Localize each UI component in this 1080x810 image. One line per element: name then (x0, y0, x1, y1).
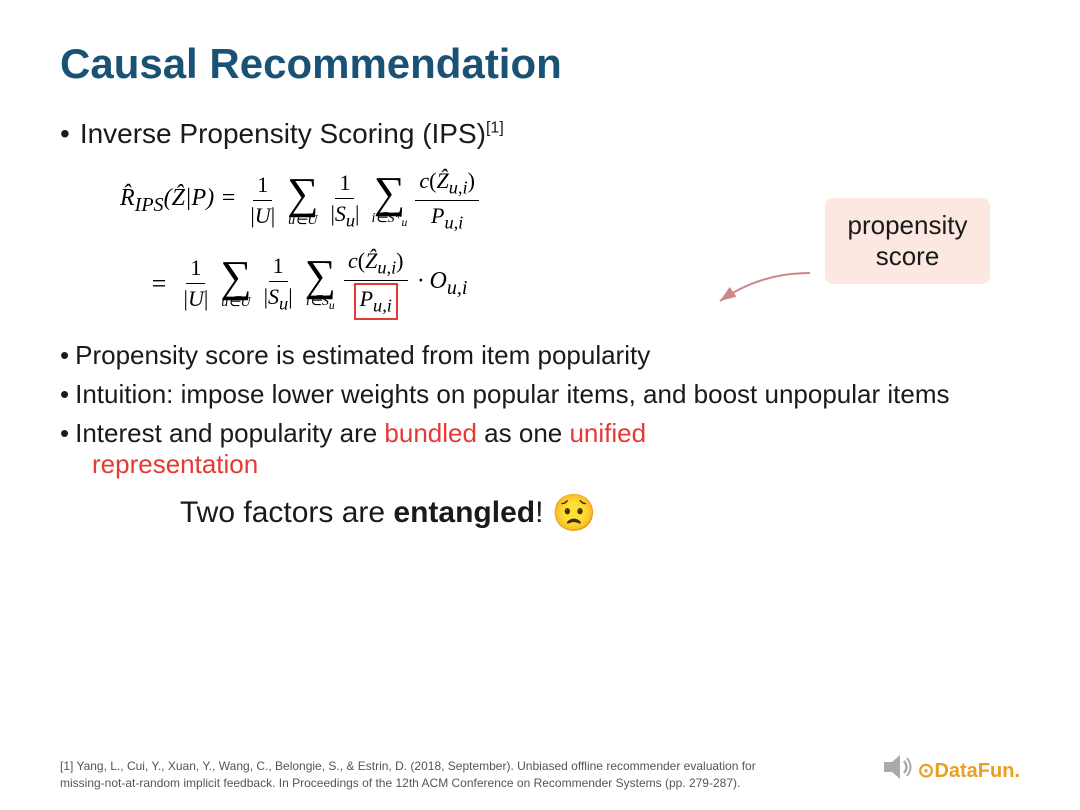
frac-1-Su-2: 1 |Su| (260, 253, 297, 314)
sad-face-icon: 😟 (551, 492, 596, 534)
formula-lhs-1: R̂IPS(Ẑ|P) = (120, 185, 236, 217)
formula-equals-2: = (150, 269, 168, 299)
representation-text: representation (92, 449, 258, 480)
bullet-item-1: • Propensity score is estimated from ite… (60, 340, 1020, 371)
slide-title: Causal Recommendation (60, 40, 1020, 88)
frac-1-U: 1 |U| (246, 172, 279, 229)
propensity-callout: propensityscore (825, 198, 990, 284)
sum-i: ∑ i∈S*u (371, 173, 407, 229)
frac-c-Pboxed: c(Ẑu,i) Pu,i (344, 248, 408, 320)
ips-label: Inverse Propensity Scoring (IPS)[1] (80, 118, 504, 150)
sum-u-2: ∑ u∈U (220, 257, 251, 311)
ips-section: • Inverse Propensity Scoring (IPS)[1] R̂… (60, 118, 1020, 320)
bundled-text: bundled (384, 418, 477, 448)
ips-bullet: • Inverse Propensity Scoring (IPS)[1] (60, 118, 1020, 150)
bullet-text-2: Intuition: impose lower weights on popul… (75, 379, 949, 410)
sum-i-2: ∑ i∈Su (305, 256, 336, 312)
datafun-logo: ⊙DataFun. (918, 758, 1020, 783)
sum-u: ∑ u∈U (287, 174, 318, 228)
frac-1-Su: 1 |Su| (326, 170, 363, 231)
entangled-label: Two factors are entangled! (180, 496, 543, 530)
dot-O: · Ou,i (418, 268, 468, 300)
speaker-icon (878, 749, 914, 792)
bullet-item-3b: representation (92, 449, 1020, 480)
bullets-bottom: • Propensity score is estimated from ite… (60, 340, 1020, 480)
bullet-text-1: Propensity score is estimated from item … (75, 340, 650, 371)
bullet-dot-3: • (60, 379, 69, 410)
footer: [1] Yang, L., Cui, Y., Xuan, Y., Wang, C… (60, 749, 1020, 792)
bullet-dot-4: • (60, 418, 69, 449)
logo-text: DataFun. (934, 760, 1020, 782)
formula-block: R̂IPS(Ẑ|P) = 1 |U| ∑ u∈U 1 |Su| (120, 168, 1020, 320)
bullet-text-3: Interest and popularity are bundled as o… (75, 418, 646, 449)
slide-container: Causal Recommendation • Inverse Propensi… (0, 0, 1080, 810)
bullet-item-3: • Interest and popularity are bundled as… (60, 418, 1020, 449)
bullet-dot-1: • (60, 118, 70, 150)
entangled-bold: entangled (393, 496, 535, 529)
ips-superscript: [1] (486, 120, 504, 137)
frac-1-U-2: 1 |U| (180, 255, 213, 312)
bullet-dot-2: • (60, 340, 69, 371)
logo-d: ⊙ (918, 760, 935, 782)
unified-text: unified (569, 418, 646, 448)
logo-area: ⊙DataFun. (878, 749, 1020, 792)
frac-c-P: c(Ẑu,i) Pu,i (415, 168, 479, 234)
bullet-item-2: • Intuition: impose lower weights on pop… (60, 379, 1020, 410)
entangled-line: Two factors are entangled! 😟 (180, 492, 1020, 534)
callout-arrow (700, 263, 820, 313)
citation-text: [1] Yang, L., Cui, Y., Xuan, Y., Wang, C… (60, 758, 780, 792)
